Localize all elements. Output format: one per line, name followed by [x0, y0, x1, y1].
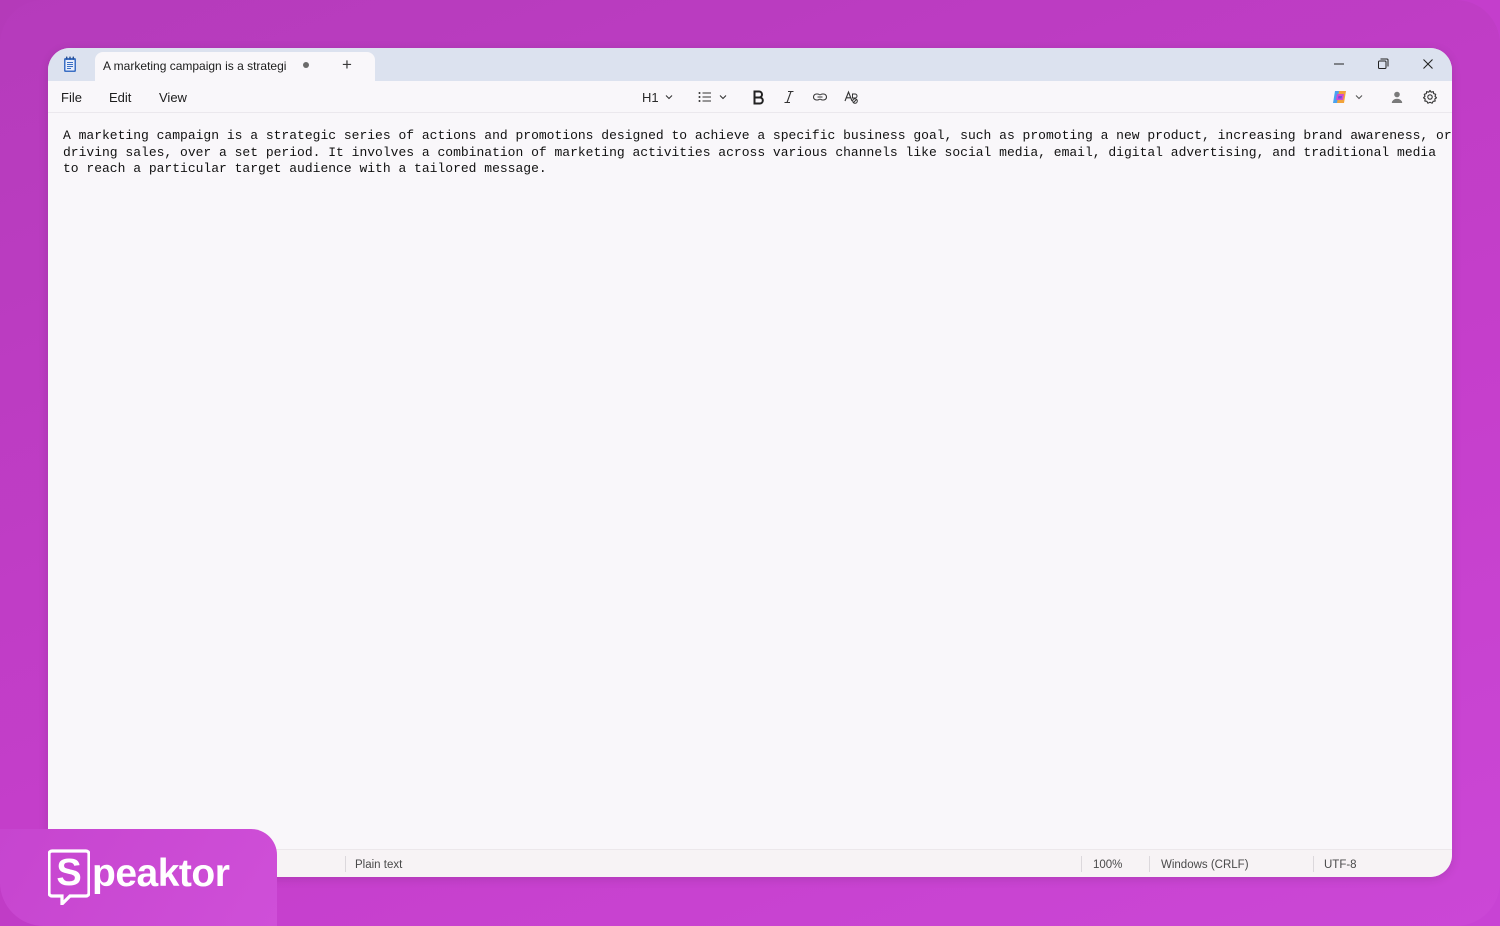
bold-icon: [753, 90, 764, 105]
clear-formatting-button[interactable]: [843, 87, 859, 107]
background-frame: A marketing campaign is a strategi + Fil…: [0, 0, 1500, 926]
text-line: A marketing campaign is a strategic seri…: [63, 128, 1452, 143]
chevron-down-icon: [719, 95, 727, 100]
menu-edit[interactable]: Edit: [109, 90, 131, 105]
gear-icon: [1422, 89, 1438, 104]
menu-view[interactable]: View: [159, 90, 187, 105]
text-editor[interactable]: A marketing campaign is a strategic seri…: [48, 114, 1452, 848]
link-button[interactable]: [812, 87, 828, 107]
status-line-ending[interactable]: Windows (CRLF): [1161, 859, 1249, 871]
notepad-icon: [64, 56, 76, 72]
new-tab-button[interactable]: +: [338, 56, 356, 74]
account-icon: [1391, 91, 1403, 103]
tab-title: A marketing campaign is a strategi: [103, 59, 287, 73]
notepad-window: A marketing campaign is a strategi + Fil…: [48, 48, 1452, 877]
speaktor-badge: S peaktor: [0, 829, 277, 926]
document-content[interactable]: A marketing campaign is a strategic seri…: [63, 128, 1452, 178]
unsaved-indicator[interactable]: [303, 62, 309, 68]
copilot-icon: [1333, 91, 1346, 103]
chevron-down-icon: [1355, 95, 1363, 100]
speaktor-logo: S peaktor: [47, 849, 230, 908]
settings-button[interactable]: [1422, 87, 1438, 107]
speech-bubble-icon: S: [47, 849, 91, 908]
status-divider: [345, 856, 346, 872]
heading-dropdown[interactable]: H1: [642, 87, 675, 107]
status-divider: [1149, 856, 1150, 872]
chevron-down-icon: [665, 95, 673, 100]
title-bar: A marketing campaign is a strategi +: [48, 48, 1452, 81]
bold-button[interactable]: [750, 87, 766, 107]
italic-button[interactable]: [781, 87, 797, 107]
bulleted-list-icon: [698, 92, 711, 102]
list-dropdown[interactable]: [697, 87, 729, 107]
close-icon[interactable]: [1417, 53, 1439, 75]
status-divider: [1313, 856, 1314, 872]
logo-text: peaktor: [92, 852, 230, 895]
italic-icon: [784, 90, 794, 104]
heading-label: H1: [642, 89, 659, 105]
status-format[interactable]: Plain text: [355, 859, 402, 871]
copilot-dropdown[interactable]: [1331, 87, 1365, 107]
text-line: to reach a particular target audience wi…: [63, 161, 547, 176]
clear-formatting-icon: [844, 90, 858, 104]
logo-letter: S: [56, 852, 82, 894]
status-encoding[interactable]: UTF-8: [1324, 859, 1357, 871]
menu-bar: File Edit View H1: [48, 81, 1452, 113]
document-tab[interactable]: A marketing campaign is a strategi: [95, 52, 375, 81]
text-line: driving sales, over a set period. It inv…: [63, 144, 1437, 160]
account-button[interactable]: [1389, 87, 1405, 107]
link-icon: [812, 93, 828, 101]
menu-file[interactable]: File: [61, 90, 82, 105]
status-zoom[interactable]: 100%: [1093, 859, 1122, 871]
status-divider: [1081, 856, 1082, 872]
minimize-icon[interactable]: [1328, 53, 1350, 75]
restore-icon[interactable]: [1372, 53, 1394, 75]
